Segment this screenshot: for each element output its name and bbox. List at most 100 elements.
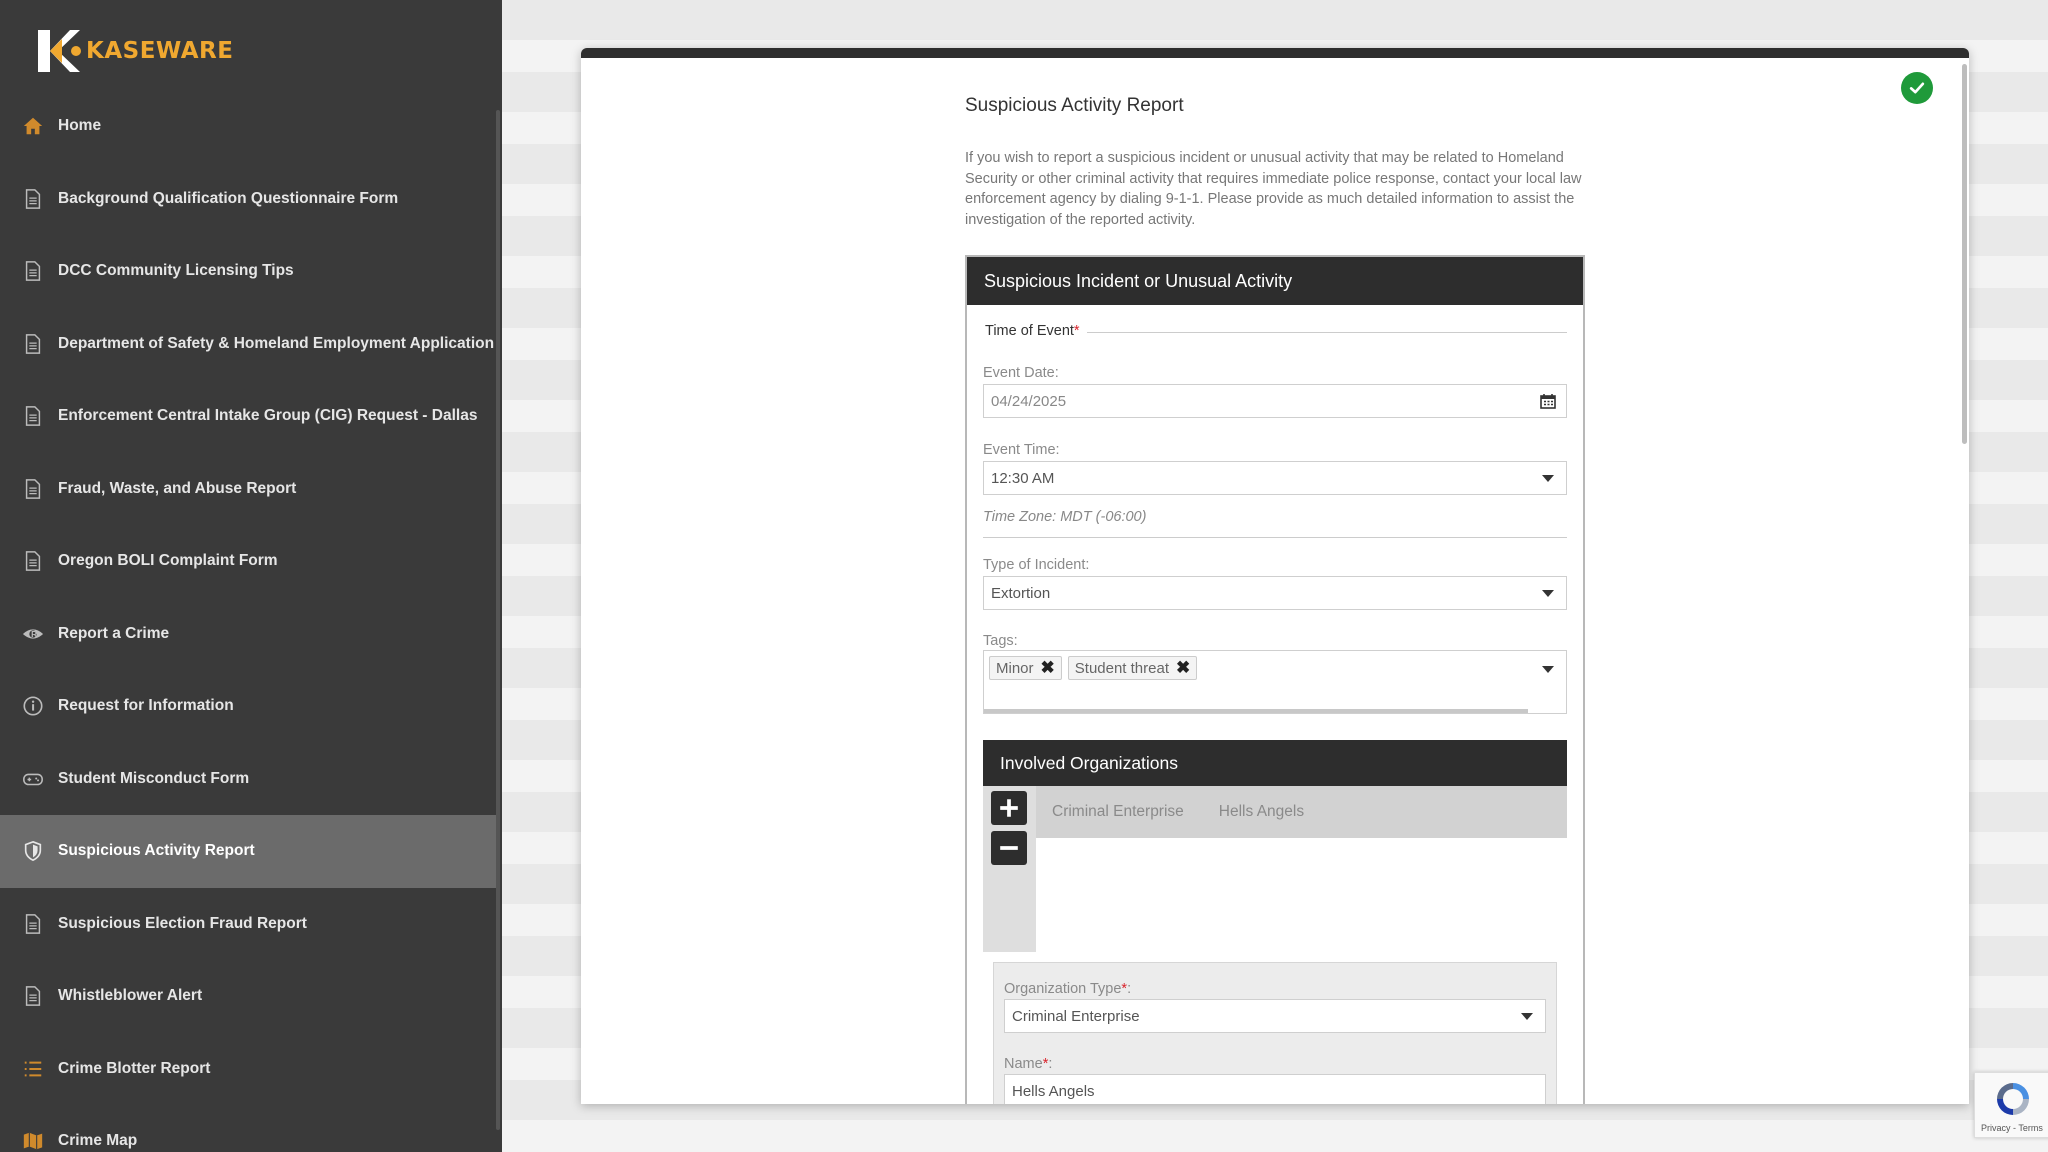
required-marker: * <box>1073 323 1080 339</box>
sidebar-item-election-fraud[interactable]: Suspicious Election Fraud Report <box>0 888 500 961</box>
incident-type-select[interactable]: Extortion <box>983 576 1567 610</box>
tag-list: Minor ✖ Student threat ✖ <box>989 656 1203 680</box>
org-tab-criminal-enterprise[interactable]: Criminal Enterprise <box>1052 803 1184 821</box>
remove-tag-icon[interactable]: ✖ <box>1176 658 1190 678</box>
document-icon <box>20 186 46 212</box>
minus-icon <box>1000 846 1018 850</box>
list-icon <box>20 1056 46 1082</box>
event-time-value: 12:30 AM <box>991 469 1055 487</box>
document-icon <box>20 331 46 357</box>
sidebar-item-label: Department of Safety & Homeland Employme… <box>58 334 495 352</box>
orgs-section-header: Involved Organizations <box>983 740 1567 786</box>
horizontal-scrollbar[interactable] <box>984 709 1528 713</box>
incident-type-label: Type of Incident: <box>983 557 1090 573</box>
report-card: Suspicious Activity Report If you wish t… <box>581 48 1969 1104</box>
sidebar-item-label: Fraud, Waste, and Abuse Report <box>58 479 297 497</box>
tags-multiselect[interactable]: Minor ✖ Student threat ✖ <box>983 650 1567 714</box>
orgs-section-title: Involved Organizations <box>1000 752 1179 773</box>
status-check-icon <box>1901 72 1933 104</box>
svg-text:R: R <box>31 630 37 639</box>
home-icon <box>20 113 46 139</box>
sidebar-nav: Home Background Qualification Questionna… <box>0 90 500 1152</box>
required-marker: * <box>1042 1056 1049 1072</box>
kaseware-logo[interactable]: KASEWARE <box>36 26 233 76</box>
sidebar-item-label: Enforcement Central Intake Group (CIG) R… <box>58 407 478 425</box>
sidebar-item-fraud-report[interactable]: Fraud, Waste, and Abuse Report <box>0 453 500 526</box>
tag-chip: Minor ✖ <box>989 656 1062 680</box>
org-name-value: Hells Angels <box>1012 1082 1095 1100</box>
recaptcha-icon <box>1997 1083 2029 1115</box>
sidebar-item-label: Crime Map <box>58 1132 138 1150</box>
chevron-down-icon <box>1542 475 1554 482</box>
org-name-label: Name*: <box>1004 1056 1053 1072</box>
form-container: Suspicious Incident or Unusual Activity … <box>965 255 1585 1104</box>
intro-text: If you wish to report a suspicious incid… <box>965 150 1582 228</box>
sidebar-item-home[interactable]: Home <box>0 90 500 163</box>
chevron-down-icon <box>1521 1013 1533 1020</box>
sidebar-item-label: DCC Community Licensing Tips <box>58 262 294 280</box>
sidebar-item-employment-application[interactable]: Department of Safety & Homeland Employme… <box>0 308 500 381</box>
event-date-input[interactable]: 04/24/2025 <box>983 384 1567 418</box>
document-icon <box>20 983 46 1009</box>
brand-name: KASEWARE <box>86 38 234 64</box>
org-type-select[interactable]: Criminal Enterprise <box>1004 999 1546 1033</box>
remove-organization-button[interactable] <box>991 831 1027 865</box>
tag-label: Student threat <box>1074 659 1169 677</box>
document-icon <box>20 403 46 429</box>
sidebar-item-cig-request[interactable]: Enforcement Central Intake Group (CIG) R… <box>0 380 500 453</box>
sidebar-item-suspicious-activity[interactable]: Suspicious Activity Report <box>0 815 500 888</box>
sidebar-item-request-information[interactable]: Request for Information <box>0 670 500 743</box>
sidebar-item-whistleblower[interactable]: Whistleblower Alert <box>0 960 500 1033</box>
org-controls-panel <box>983 786 1036 952</box>
recaptcha-badge[interactable]: Privacy - Terms <box>1974 1072 2048 1138</box>
sidebar-item-boli-complaint[interactable]: Oregon BOLI Complaint Form <box>0 525 500 598</box>
card-scrollbar[interactable] <box>1962 64 1967 444</box>
time-zone-text: Time Zone: MDT (-06:00) <box>983 509 1147 525</box>
event-time-label: Event Time: <box>983 442 1060 458</box>
sidebar-item-report-crime[interactable]: R Report a Crime <box>0 598 500 671</box>
sidebar-item-label: Oregon BOLI Complaint Form <box>58 552 278 570</box>
sidebar-item-label: Home <box>58 117 102 135</box>
plus-icon <box>1000 799 1018 817</box>
sidebar-item-crime-blotter[interactable]: Crime Blotter Report <box>0 1033 500 1106</box>
map-icon <box>20 1128 46 1152</box>
org-tab-hells-angels[interactable]: Hells Angels <box>1219 803 1304 821</box>
sidebar-item-label: Suspicious Election Fraud Report <box>58 914 307 932</box>
tag-chip: Student threat ✖ <box>1067 656 1198 680</box>
document-icon <box>20 476 46 502</box>
sidebar-item-crime-map[interactable]: Crime Map <box>0 1105 500 1152</box>
chevron-down-icon <box>1542 590 1554 597</box>
time-of-event-heading: Time of Event* <box>985 323 1080 339</box>
org-detail-panel: Organization Type*: Criminal Enterprise … <box>993 962 1557 1104</box>
calendar-icon[interactable] <box>1540 393 1556 413</box>
sidebar-item-background-qualification[interactable]: Background Qualification Questionnaire F… <box>0 163 500 236</box>
tag-label: Minor <box>996 659 1034 677</box>
sidebar-item-label: Student Misconduct Form <box>58 769 250 787</box>
org-name-input[interactable]: Hells Angels <box>1004 1074 1546 1104</box>
event-date-value: 04/24/2025 <box>991 392 1067 410</box>
shield-icon <box>20 838 46 864</box>
gamepad-icon <box>20 766 46 792</box>
chevron-down-icon <box>1542 666 1554 673</box>
org-type-value: Criminal Enterprise <box>1012 1007 1140 1025</box>
sidebar-item-label: Suspicious Activity Report <box>58 842 255 860</box>
sidebar-item-label: Whistleblower Alert <box>58 987 203 1005</box>
remove-tag-icon[interactable]: ✖ <box>1041 658 1055 678</box>
recaptcha-text[interactable]: Privacy - Terms <box>1981 1123 2043 1133</box>
sidebar-item-dcc-licensing-tips[interactable]: DCC Community Licensing Tips <box>0 235 500 308</box>
section-title: Suspicious Incident or Unusual Activity <box>984 270 1293 291</box>
required-marker: * <box>1121 981 1128 997</box>
document-icon <box>20 258 46 284</box>
event-time-select[interactable]: 12:30 AM <box>983 461 1567 495</box>
sidebar-scrollbar[interactable] <box>496 110 500 1130</box>
sidebar-item-label: Crime Blotter Report <box>58 1059 211 1077</box>
org-type-label-text: Organization Type <box>1004 981 1122 997</box>
add-organization-button[interactable] <box>991 791 1027 825</box>
org-type-label: Organization Type*: <box>1004 981 1132 997</box>
document-icon <box>20 911 46 937</box>
org-name-label-text: Name <box>1004 1056 1043 1072</box>
incident-type-value: Extortion <box>991 584 1051 602</box>
sidebar-item-student-misconduct[interactable]: Student Misconduct Form <box>0 743 500 816</box>
document-icon <box>20 548 46 574</box>
section-header: Suspicious Incident or Unusual Activity <box>967 257 1583 305</box>
